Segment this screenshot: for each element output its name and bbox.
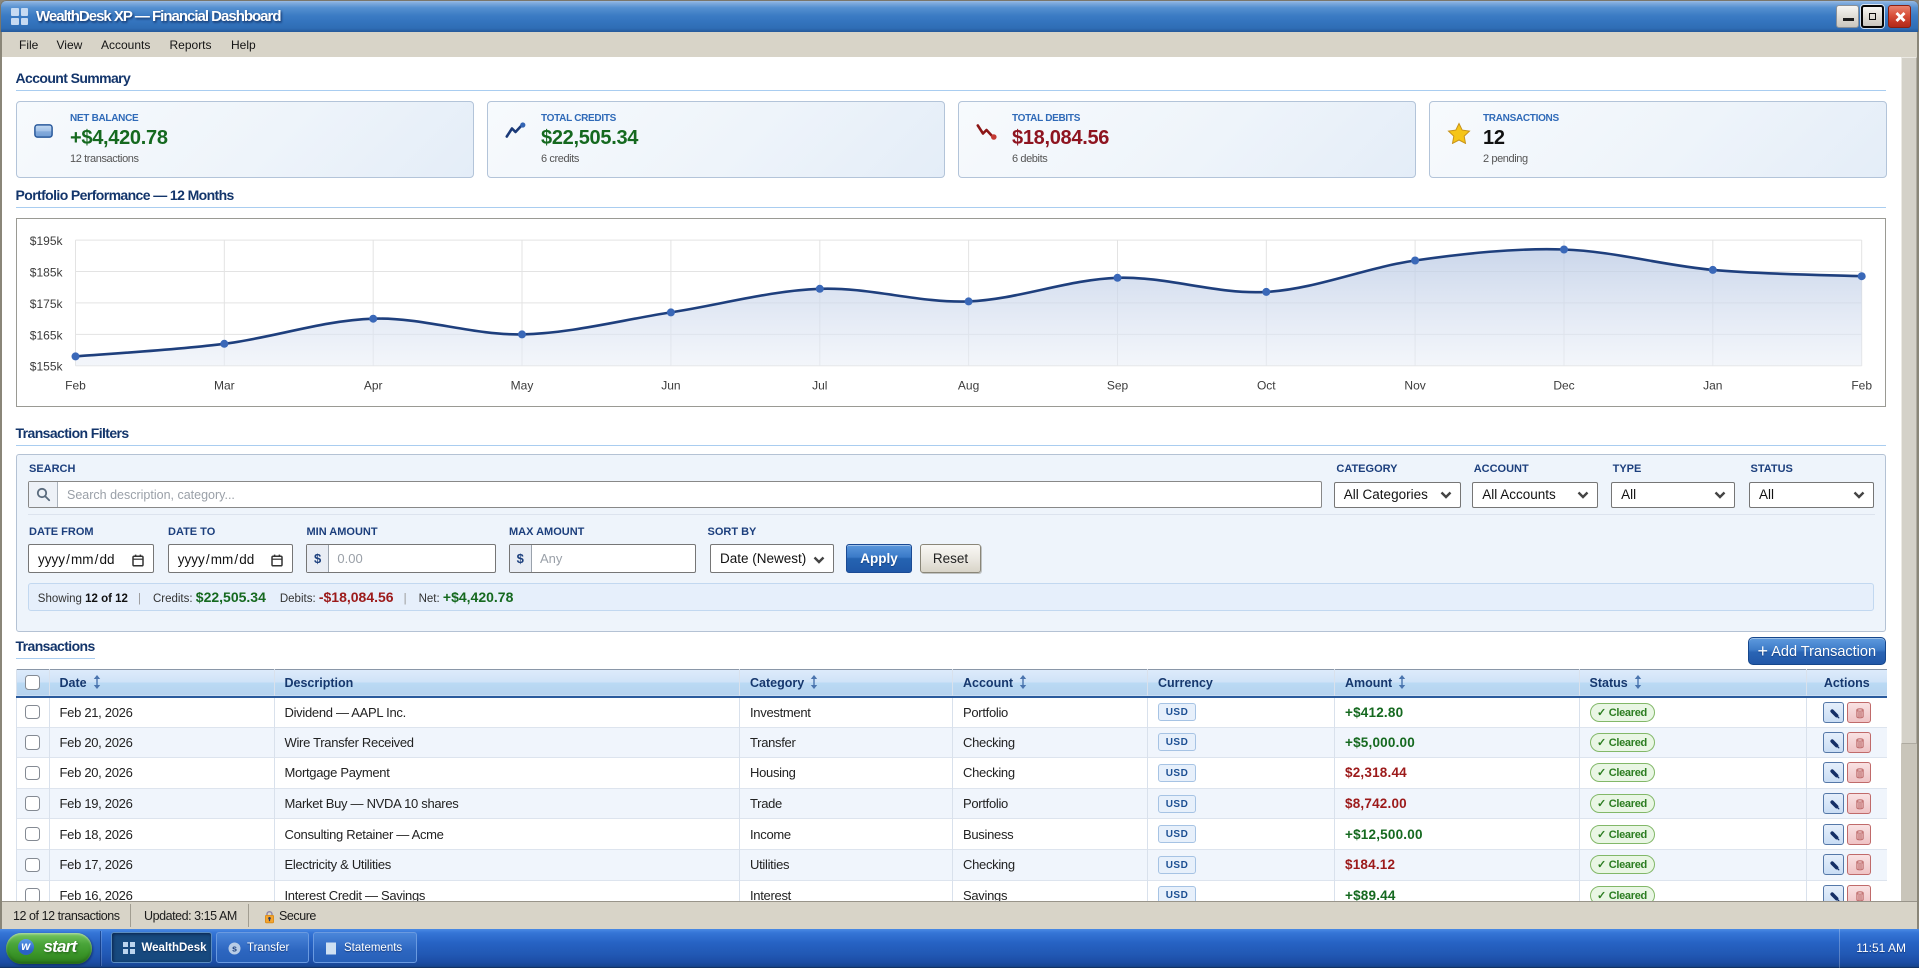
svg-text:$195k: $195k xyxy=(29,234,63,248)
svg-text:$175k: $175k xyxy=(29,297,63,311)
svg-text:Dec: Dec xyxy=(1553,379,1574,393)
svg-text:Sep: Sep xyxy=(1106,379,1128,393)
svg-text:Aug: Aug xyxy=(957,379,978,393)
svg-text:$155k: $155k xyxy=(29,360,63,374)
svg-text:Nov: Nov xyxy=(1404,379,1425,393)
svg-text:Feb: Feb xyxy=(65,379,86,393)
svg-text:Feb: Feb xyxy=(1851,379,1872,393)
svg-text:$165k: $165k xyxy=(29,328,63,342)
svg-text:$185k: $185k xyxy=(29,265,63,279)
svg-text:May: May xyxy=(510,379,533,393)
svg-text:Mar: Mar xyxy=(213,379,234,393)
svg-text:Oct: Oct xyxy=(1256,379,1275,393)
svg-text:Apr: Apr xyxy=(363,379,382,393)
svg-text:Jun: Jun xyxy=(661,379,680,393)
svg-text:s: s xyxy=(232,944,237,954)
svg-text:Jul: Jul xyxy=(812,379,827,393)
svg-text:Jan: Jan xyxy=(1703,379,1722,393)
